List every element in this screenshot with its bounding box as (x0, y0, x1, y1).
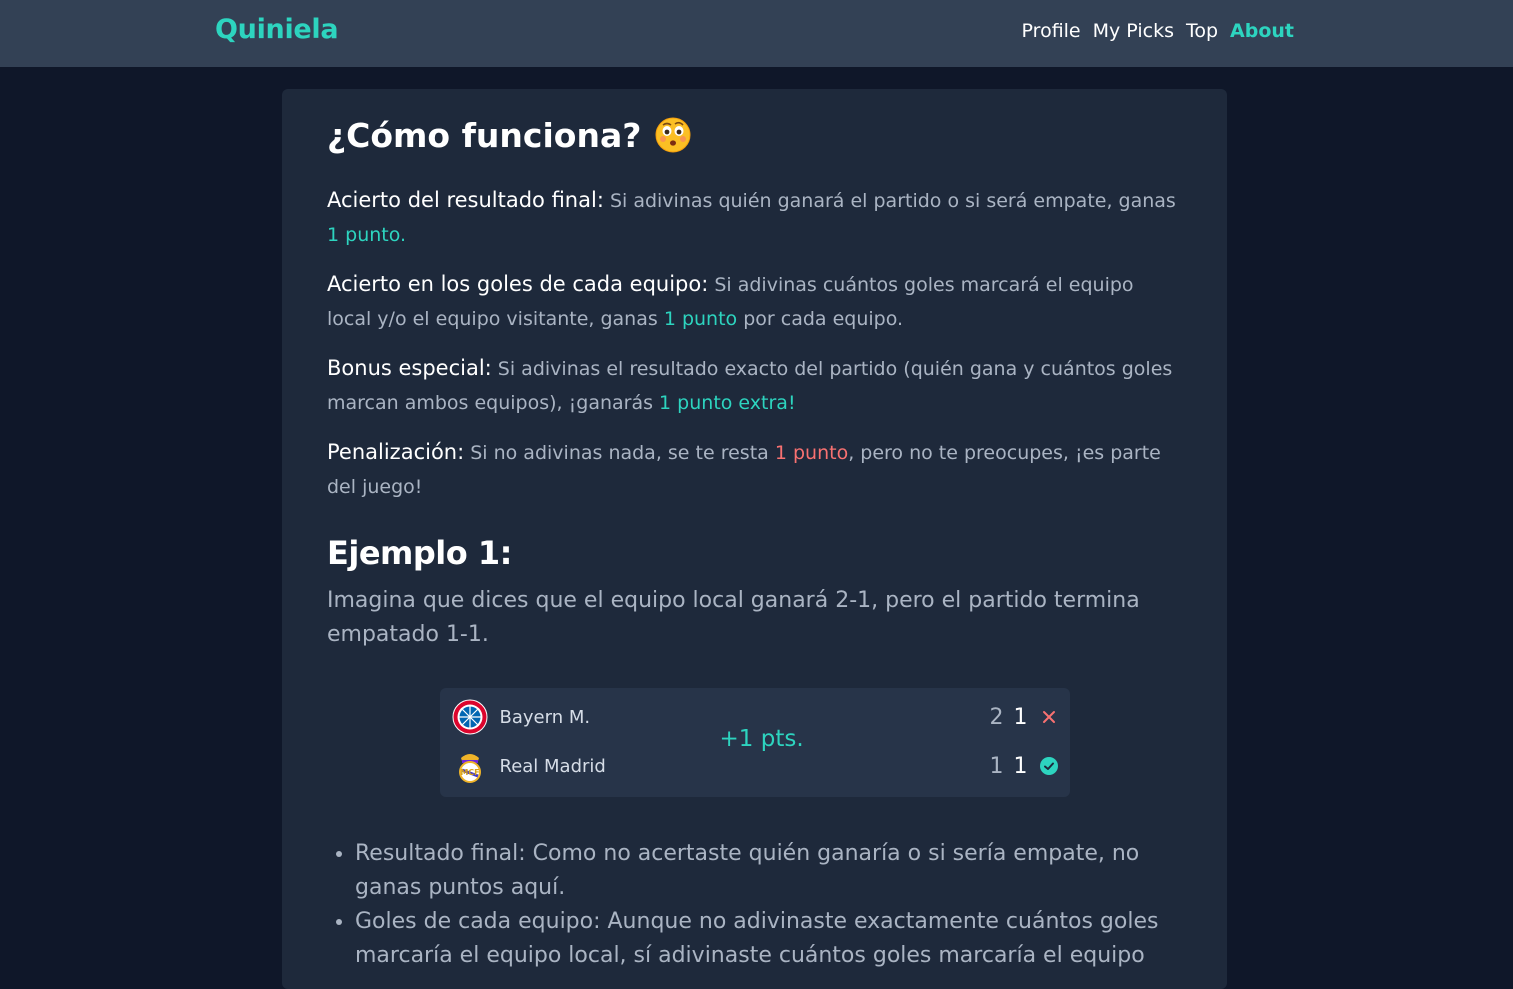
team-name-home: Bayern M. (499, 706, 591, 728)
correct-check-icon (1039, 757, 1058, 775)
rule-lead: Acierto en los goles de cada equipo: (327, 272, 709, 296)
predicted-score-away: 1 (989, 753, 1004, 779)
rule-penalty: Penalización: Si no adivinas nada, se te… (327, 435, 1182, 504)
example-description: Imagina que dices que el equipo local ga… (327, 588, 1140, 647)
rule-text: Si adivinas quién ganará el partido o si… (603, 190, 1176, 212)
rule-highlight: 1 punto (663, 308, 738, 330)
svg-text:MCF: MCF (460, 768, 479, 777)
rule-bonus: Bonus especial: Si adivinas el resultado… (327, 351, 1182, 420)
rule-highlight: 1 punto extra (659, 392, 788, 414)
match-card: Bayern M. 2 1 MCF Real Madrid 1 1 +1 pts… (439, 688, 1070, 797)
actual-score-home: 1 (1013, 704, 1028, 730)
real-madrid-crest-icon: MCF (458, 754, 481, 783)
bayern-crest-icon (452, 699, 487, 735)
actual-score-away: 1 (1013, 753, 1028, 779)
thinking-face-icon (655, 117, 691, 153)
rule-text-after: . (400, 224, 407, 246)
team-name-away: Real Madrid (499, 755, 606, 777)
rule-highlight: 1 punto (327, 224, 401, 246)
example-explanation-list: Resultado final: Como no acertaste quién… (327, 837, 1182, 973)
list-item: Resultado final: Como no acertaste quién… (355, 837, 1182, 905)
list-item: Goles de cada equipo: Aunque no adivinas… (355, 905, 1182, 973)
page-title-text: ¿Cómo funciona? (327, 115, 642, 155)
rule-highlight: 1 punto (774, 442, 849, 464)
rule-lead: Acierto del resultado final: (327, 188, 604, 212)
rule-lead: Penalización: (327, 440, 465, 464)
wrong-x-icon (1042, 711, 1055, 723)
navbar: Quiniela Profile My Picks Top About (0, 0, 1513, 67)
nav-link-profile[interactable]: Profile (1022, 20, 1081, 42)
predicted-score-home: 2 (989, 704, 1004, 730)
about-card: ¿Cómo funciona? Acierto del resultado fi… (282, 89, 1227, 989)
score-away: 1 1 (990, 754, 1028, 779)
example-title: Ejemplo 1: (327, 534, 512, 572)
brand-logo-link[interactable]: Quiniela (215, 14, 339, 45)
rule-text-after: ! (787, 392, 796, 414)
points-earned: +1 pts. (719, 726, 804, 752)
nav-link-top[interactable]: Top (1186, 20, 1218, 42)
rule-text-after: por cada equipo. (737, 308, 904, 330)
nav-link-about[interactable]: About (1230, 20, 1294, 42)
page-title: ¿Cómo funciona? (327, 113, 1182, 157)
nav-link-my-picks[interactable]: My Picks (1093, 20, 1174, 42)
rule-team-goals: Acierto en los goles de cada equipo: Si … (327, 267, 1182, 336)
rule-text: Si no adivinas nada, se te resta (464, 442, 775, 464)
rule-lead: Bonus especial: (327, 356, 492, 380)
match-row-away: MCF Real Madrid 1 1 (452, 748, 1058, 784)
nav-links: Profile My Picks Top About (1022, 20, 1294, 42)
score-home: 2 1 (990, 705, 1028, 730)
rule-final-result: Acierto del resultado final: Si adivinas… (327, 183, 1182, 252)
